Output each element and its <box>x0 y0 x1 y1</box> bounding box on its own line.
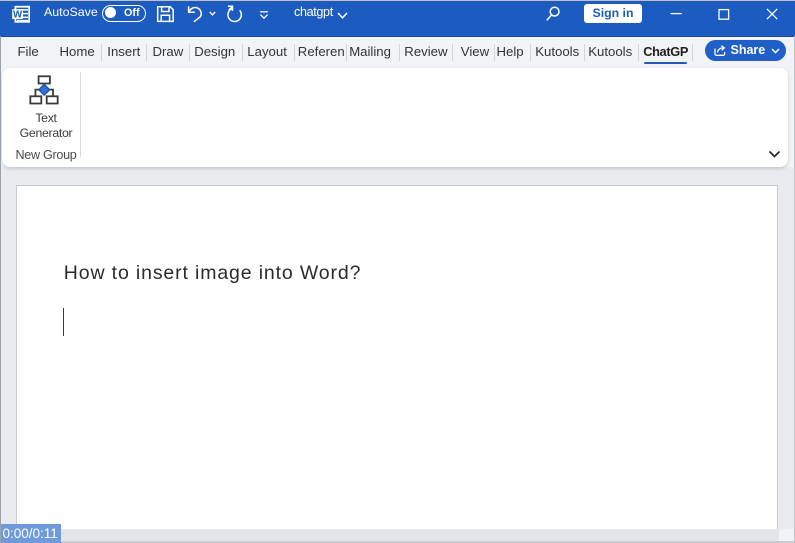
svg-text:W: W <box>13 9 23 20</box>
